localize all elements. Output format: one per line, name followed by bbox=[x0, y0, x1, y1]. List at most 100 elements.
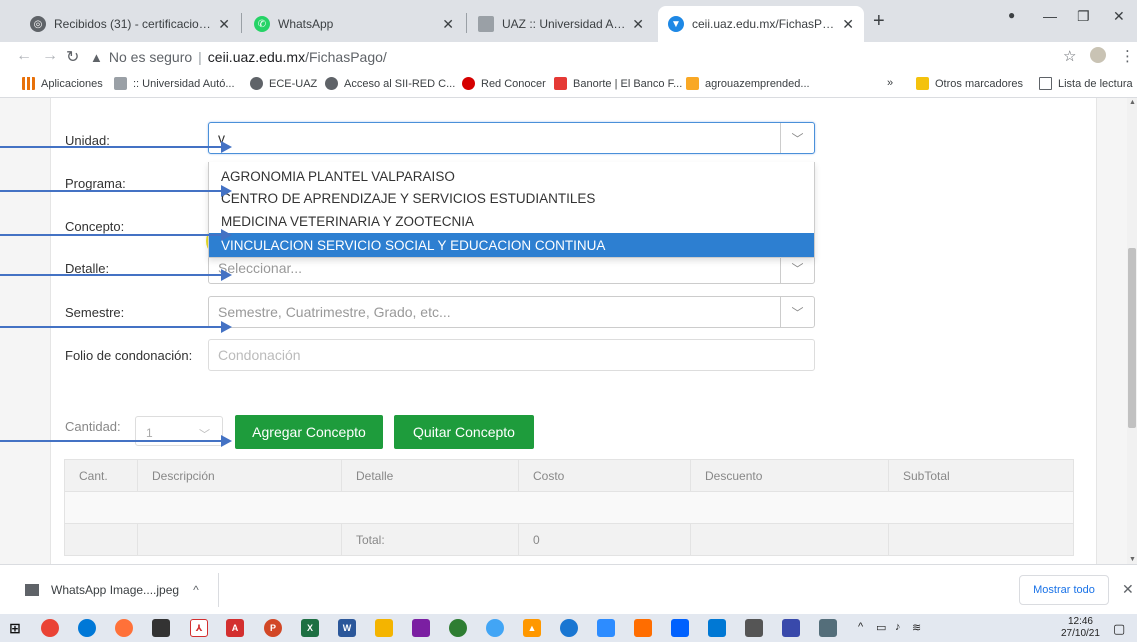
system-clock[interactable]: 12:46 27/10/21 bbox=[1061, 616, 1100, 640]
new-tab-icon[interactable]: + bbox=[873, 10, 885, 33]
acrobat-reader-icon[interactable]: A bbox=[226, 619, 244, 637]
windows-start-icon[interactable]: ⊞ bbox=[6, 619, 24, 637]
bookmark-sii[interactable]: Acceso al SII-RED C... bbox=[325, 77, 455, 90]
folio-input[interactable]: Condonación bbox=[208, 339, 815, 371]
chevron-down-icon[interactable]: ﹀ bbox=[780, 297, 814, 327]
close-icon[interactable]: ✕ bbox=[842, 16, 854, 33]
window-close-icon[interactable]: ✕ bbox=[1113, 8, 1125, 25]
app-icon[interactable] bbox=[449, 619, 467, 637]
image-file-icon bbox=[25, 584, 39, 596]
annotation-arrow bbox=[0, 269, 232, 281]
address-bar[interactable]: ▲ No es seguro | ceii.uaz.edu.mx /Fichas… bbox=[90, 44, 1050, 70]
file-explorer-icon[interactable] bbox=[375, 619, 393, 637]
download-item[interactable]: WhatsApp Image....jpeg ^ bbox=[25, 583, 199, 597]
bookmark-agrouaz[interactable]: agrouazemprended... bbox=[686, 77, 810, 90]
edge-icon[interactable] bbox=[78, 619, 96, 637]
scroll-up-icon[interactable]: ▲ bbox=[1129, 99, 1136, 106]
tray-chevron-icon[interactable]: ^ bbox=[858, 621, 863, 633]
total-label: Total: bbox=[341, 523, 519, 556]
concepts-table: Cant. Descripción Detalle Costo Descuent… bbox=[64, 459, 1074, 556]
clock-time: 12:46 bbox=[1067, 616, 1093, 627]
battery-icon[interactable]: ▭ bbox=[876, 621, 886, 634]
scroll-down-icon[interactable]: ▼ bbox=[1129, 556, 1136, 563]
dropdown-option[interactable]: MEDICINA VETERINARIA Y ZOOTECNIA bbox=[209, 209, 814, 233]
calculator-icon[interactable] bbox=[745, 619, 763, 637]
tab-fichaspago[interactable]: ▼ ceii.uaz.edu.mx/FichasPago/ ✕ bbox=[658, 6, 864, 42]
annotation-arrow bbox=[0, 321, 232, 333]
header-detalle: Detalle bbox=[341, 459, 519, 492]
warning-icon: ▲ bbox=[90, 49, 103, 65]
app-icon[interactable] bbox=[560, 619, 578, 637]
dropdown-option-selected[interactable]: VINCULACION SERVICIO SOCIAL Y EDUCACION … bbox=[209, 233, 814, 257]
star-icon[interactable]: ☆ bbox=[1063, 47, 1076, 65]
menu-icon[interactable]: ⋮ bbox=[1120, 47, 1135, 65]
annotation-arrow bbox=[0, 141, 232, 153]
more-bookmarks-icon[interactable]: » bbox=[887, 77, 893, 89]
excel-icon[interactable]: X bbox=[301, 619, 319, 637]
dropdown-option[interactable]: CENTRO DE APRENDIZAJE Y SERVICIOS ESTUDI… bbox=[209, 186, 814, 210]
bookmark-otros[interactable]: Otros marcadores bbox=[916, 77, 1023, 90]
app-icon[interactable] bbox=[412, 619, 430, 637]
bookmark-red-conocer[interactable]: Red Conocer bbox=[462, 77, 546, 90]
header-cant: Cant. bbox=[64, 459, 138, 492]
firefox-icon[interactable] bbox=[115, 619, 133, 637]
dot-icon bbox=[462, 77, 475, 90]
bookmark-label: Acceso al SII-RED C... bbox=[344, 77, 456, 90]
reload-icon[interactable]: ↻ bbox=[66, 47, 79, 67]
tab-uaz[interactable]: UAZ :: Universidad Autónoma de Zac... ✕ bbox=[468, 6, 654, 42]
bookmark-label: ECE-UAZ bbox=[269, 77, 318, 90]
back-icon[interactable]: ← bbox=[16, 47, 32, 65]
forward-icon[interactable]: → bbox=[42, 47, 58, 65]
notifications-icon[interactable]: ▢ bbox=[1113, 621, 1125, 637]
avatar[interactable] bbox=[1090, 47, 1106, 63]
wifi-icon[interactable]: ≋ bbox=[912, 621, 921, 634]
powerpoint-icon[interactable]: P bbox=[264, 619, 282, 637]
maximize-icon[interactable]: ❐ bbox=[1077, 8, 1090, 25]
quitar-concepto-button[interactable]: Quitar Concepto bbox=[394, 415, 534, 449]
clock-date: 27/10/21 bbox=[1061, 628, 1100, 639]
dropbox-icon[interactable] bbox=[671, 619, 689, 637]
chrome-icon[interactable] bbox=[41, 619, 59, 637]
semestre-select[interactable]: Semestre, Cuatrimestre, Grado, etc... ﹀ bbox=[208, 296, 815, 328]
vlc-icon[interactable]: ▲ bbox=[523, 619, 541, 637]
globe-icon: ◎ bbox=[30, 16, 46, 32]
app-icon[interactable] bbox=[634, 619, 652, 637]
mostrar-todo-button[interactable]: Mostrar todo bbox=[1019, 575, 1109, 605]
bookmark-banorte[interactable]: Banorte | El Banco F... bbox=[554, 77, 682, 90]
tab-whatsapp[interactable]: ✆ WhatsApp ✕ bbox=[244, 6, 464, 42]
bookmark-apps[interactable]: Aplicaciones bbox=[22, 77, 103, 90]
semestre-label: Semestre: bbox=[65, 305, 125, 320]
close-icon[interactable]: ✕ bbox=[1122, 581, 1134, 598]
header-subtotal: SubTotal bbox=[888, 459, 1074, 492]
app-icon[interactable] bbox=[782, 619, 800, 637]
divider bbox=[218, 573, 219, 607]
bookmark-uaz[interactable]: :: Universidad Autó... bbox=[114, 77, 235, 90]
word-icon[interactable]: W bbox=[338, 619, 356, 637]
reading-list[interactable]: Lista de lectura bbox=[1039, 77, 1133, 90]
bookmark-ece-uaz[interactable]: ECE-UAZ bbox=[250, 77, 317, 90]
profile-icon[interactable]: ● bbox=[1008, 8, 1015, 22]
minimize-icon[interactable]: — bbox=[1043, 8, 1057, 24]
volume-icon[interactable]: ♪ bbox=[895, 621, 901, 633]
zoom-icon[interactable] bbox=[597, 619, 615, 637]
store-icon[interactable] bbox=[152, 619, 170, 637]
tab-gmail[interactable]: ◎ Recibidos (31) - certificacion@uaz... … bbox=[20, 6, 240, 42]
close-icon[interactable]: ✕ bbox=[632, 16, 644, 33]
app-icon[interactable] bbox=[708, 619, 726, 637]
chevron-down-icon[interactable]: ﹀ bbox=[780, 123, 814, 153]
dropdown-option[interactable]: AGRONOMIA PLANTEL VALPARAISO bbox=[209, 164, 814, 188]
app-icon[interactable] bbox=[819, 619, 837, 637]
page-scrollbar[interactable]: ▲ ▼ bbox=[1127, 98, 1137, 564]
agregar-concepto-button[interactable]: Agregar Concepto bbox=[235, 415, 383, 449]
close-icon[interactable]: ✕ bbox=[218, 16, 230, 33]
tab-title: ceii.uaz.edu.mx/FichasPago/ bbox=[692, 17, 837, 31]
uaz-icon bbox=[114, 77, 127, 90]
app-icon[interactable] bbox=[486, 619, 504, 637]
concepto-label: Concepto: bbox=[65, 219, 125, 234]
close-icon[interactable]: ✕ bbox=[442, 16, 454, 33]
scrollbar-thumb[interactable] bbox=[1128, 248, 1136, 428]
acrobat-icon[interactable]: ⅄ bbox=[190, 619, 208, 637]
unidad-select[interactable]: v ﹀ bbox=[208, 122, 815, 154]
tab-separator bbox=[466, 13, 467, 33]
caret-up-icon[interactable]: ^ bbox=[193, 583, 199, 597]
